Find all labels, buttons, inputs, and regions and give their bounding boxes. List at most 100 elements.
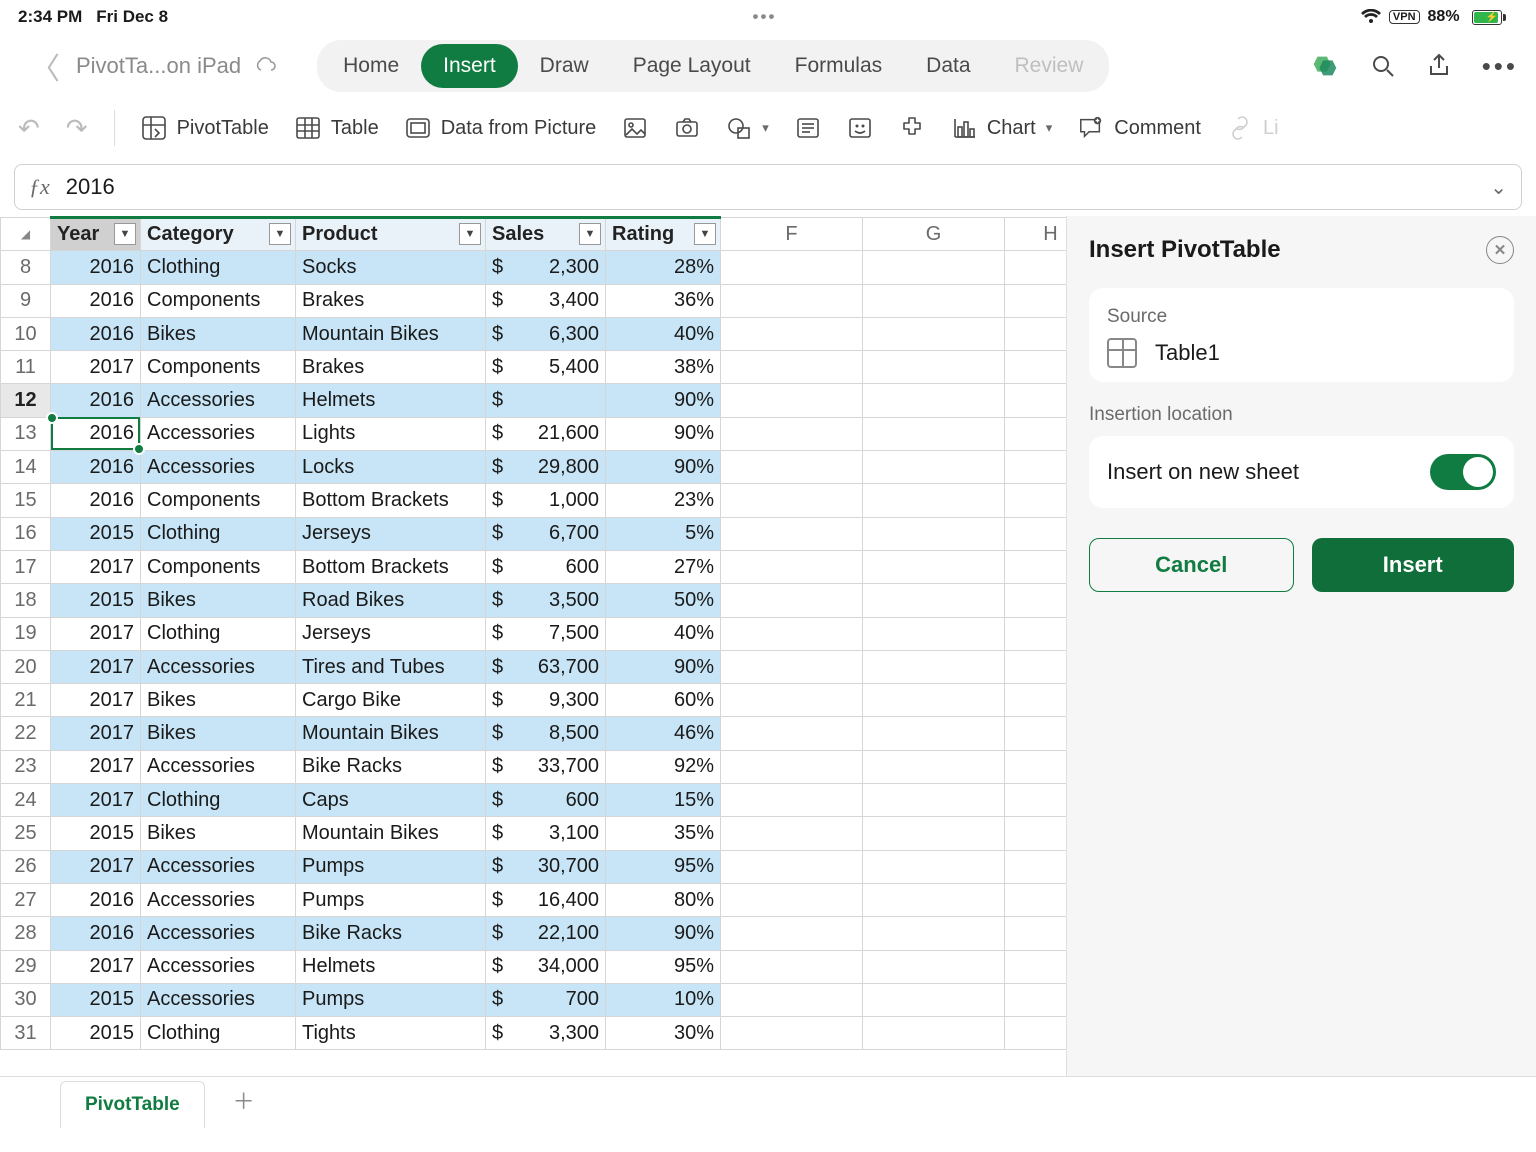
- row-header[interactable]: 29: [1, 950, 51, 983]
- empty-cell[interactable]: [721, 384, 863, 417]
- cell-sales[interactable]: $ 3,400: [486, 284, 606, 317]
- empty-cell[interactable]: [863, 717, 1005, 750]
- empty-cell[interactable]: [863, 284, 1005, 317]
- empty-cell[interactable]: [863, 850, 1005, 883]
- cell-sales[interactable]: $ 1,000: [486, 484, 606, 517]
- cell-sales[interactable]: $ 700: [486, 983, 606, 1016]
- insert-textbox-button[interactable]: [795, 115, 821, 141]
- empty-cell[interactable]: [1005, 451, 1067, 484]
- table-row[interactable]: 172017ComponentsBottom Brackets$ 60027%: [1, 550, 1067, 583]
- empty-cell[interactable]: [721, 684, 863, 717]
- empty-cell[interactable]: [1005, 917, 1067, 950]
- insert-link-button[interactable]: Li: [1227, 115, 1279, 141]
- document-title[interactable]: PivotTa...on iPad: [76, 53, 241, 79]
- empty-cell[interactable]: [863, 351, 1005, 384]
- empty-cell[interactable]: [863, 917, 1005, 950]
- cell-sales[interactable]: $ 33,700: [486, 750, 606, 783]
- cell-product[interactable]: Pumps: [296, 983, 486, 1016]
- cell-sales[interactable]: $ 6,300: [486, 317, 606, 350]
- row-header[interactable]: 31: [1, 1017, 51, 1050]
- cell-rating[interactable]: 90%: [606, 384, 721, 417]
- table-row[interactable]: 302015AccessoriesPumps$ 70010%: [1, 983, 1067, 1016]
- empty-cell[interactable]: [721, 850, 863, 883]
- cell-year[interactable]: 2017: [51, 750, 141, 783]
- table-row[interactable]: 212017BikesCargo Bike$ 9,30060%: [1, 684, 1067, 717]
- insert-comment-button[interactable]: Comment: [1078, 115, 1201, 141]
- empty-cell[interactable]: [863, 451, 1005, 484]
- empty-cell[interactable]: [863, 883, 1005, 916]
- cell-sales[interactable]: $ 8,500: [486, 717, 606, 750]
- tab-home[interactable]: Home: [321, 44, 421, 88]
- row-header[interactable]: 28: [1, 917, 51, 950]
- filter-dropdown-icon[interactable]: ▼: [269, 223, 291, 245]
- empty-cell[interactable]: [721, 750, 863, 783]
- row-header[interactable]: 10: [1, 317, 51, 350]
- empty-cell[interactable]: [1005, 684, 1067, 717]
- cell-product[interactable]: Pumps: [296, 883, 486, 916]
- cell-year[interactable]: 2015: [51, 584, 141, 617]
- cell-category[interactable]: Accessories: [141, 650, 296, 683]
- empty-cell[interactable]: [721, 917, 863, 950]
- cell-sales[interactable]: $ 9,300: [486, 684, 606, 717]
- empty-cell[interactable]: [863, 817, 1005, 850]
- table-header-product[interactable]: Product▼: [296, 218, 486, 251]
- empty-cell[interactable]: [1005, 817, 1067, 850]
- cell-category[interactable]: Components: [141, 484, 296, 517]
- cell-sales[interactable]: $ 29,800: [486, 451, 606, 484]
- cell-sales[interactable]: $ 3,500: [486, 584, 606, 617]
- row-header[interactable]: 14: [1, 451, 51, 484]
- cell-category[interactable]: Clothing: [141, 517, 296, 550]
- insert-chart-button[interactable]: Chart ▾: [951, 115, 1052, 141]
- row-header[interactable]: 25: [1, 817, 51, 850]
- cell-rating[interactable]: 36%: [606, 284, 721, 317]
- empty-cell[interactable]: [1005, 550, 1067, 583]
- cell-sales[interactable]: $: [486, 384, 606, 417]
- cell-sales[interactable]: $ 16,400: [486, 883, 606, 916]
- cell-product[interactable]: Cargo Bike: [296, 684, 486, 717]
- cell-category[interactable]: Accessories: [141, 983, 296, 1016]
- empty-cell[interactable]: [863, 784, 1005, 817]
- table-row[interactable]: 242017ClothingCaps$ 60015%: [1, 784, 1067, 817]
- cell-category[interactable]: Accessories: [141, 950, 296, 983]
- empty-cell[interactable]: [721, 983, 863, 1016]
- cell-year[interactable]: 2016: [51, 417, 141, 450]
- cell-category[interactable]: Accessories: [141, 384, 296, 417]
- table-row[interactable]: 262017AccessoriesPumps$ 30,70095%: [1, 850, 1067, 883]
- table-row[interactable]: 252015BikesMountain Bikes$ 3,10035%: [1, 817, 1067, 850]
- empty-cell[interactable]: [863, 384, 1005, 417]
- empty-cell[interactable]: [721, 451, 863, 484]
- empty-cell[interactable]: [1005, 251, 1067, 284]
- cell-product[interactable]: Tights: [296, 1017, 486, 1050]
- insert-icons-button[interactable]: [847, 115, 873, 141]
- multitask-dots[interactable]: •••: [168, 7, 1361, 27]
- cell-rating[interactable]: 23%: [606, 484, 721, 517]
- data-from-picture-button[interactable]: Data from Picture: [405, 115, 597, 141]
- cell-sales[interactable]: $ 7,500: [486, 617, 606, 650]
- empty-cell[interactable]: [863, 750, 1005, 783]
- cell-year[interactable]: 2015: [51, 1017, 141, 1050]
- spreadsheet-grid[interactable]: ◢Year▼Category▼Product▼Sales▼Rating▼FGH …: [0, 216, 1066, 1076]
- cell-category[interactable]: Accessories: [141, 750, 296, 783]
- table-row[interactable]: 122016AccessoriesHelmets$ 90%: [1, 384, 1067, 417]
- tab-page-layout[interactable]: Page Layout: [611, 44, 773, 88]
- insert-table-button[interactable]: Table: [295, 115, 379, 141]
- empty-cell[interactable]: [863, 650, 1005, 683]
- empty-cell[interactable]: [1005, 584, 1067, 617]
- empty-cell[interactable]: [1005, 717, 1067, 750]
- tab-data[interactable]: Data: [904, 44, 992, 88]
- cell-year[interactable]: 2016: [51, 451, 141, 484]
- cell-product[interactable]: Brakes: [296, 284, 486, 317]
- tab-review[interactable]: Review: [993, 44, 1106, 88]
- cancel-button[interactable]: Cancel: [1089, 538, 1294, 592]
- column-header-F[interactable]: F: [721, 218, 863, 251]
- cell-product[interactable]: Road Bikes: [296, 584, 486, 617]
- cell-year[interactable]: 2016: [51, 317, 141, 350]
- cell-year[interactable]: 2016: [51, 251, 141, 284]
- table-row[interactable]: 102016BikesMountain Bikes$ 6,30040%: [1, 317, 1067, 350]
- cell-rating[interactable]: 28%: [606, 251, 721, 284]
- cell-year[interactable]: 2016: [51, 883, 141, 916]
- empty-cell[interactable]: [721, 484, 863, 517]
- table-row[interactable]: 92016ComponentsBrakes$ 3,40036%: [1, 284, 1067, 317]
- cell-year[interactable]: 2017: [51, 717, 141, 750]
- empty-cell[interactable]: [1005, 517, 1067, 550]
